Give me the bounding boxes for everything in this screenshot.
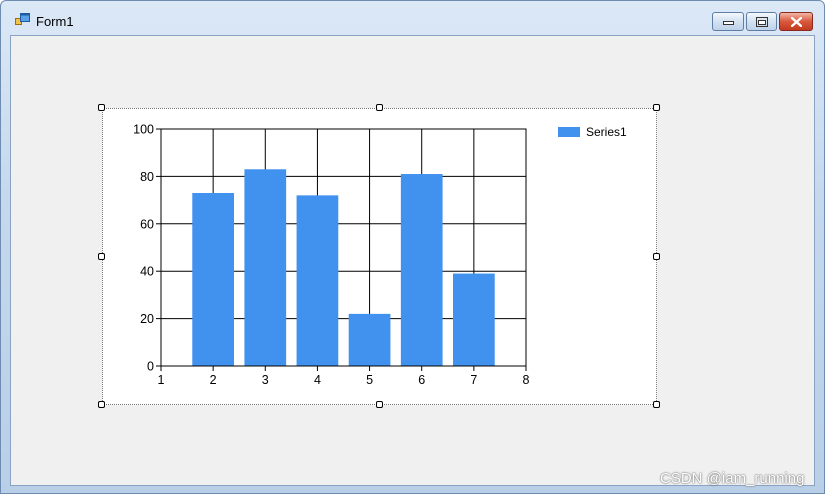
chart-control[interactable]: 0 20 40 60 80 100 1 2 3 4 5 6 7 8 Series1 <box>102 108 657 405</box>
x-tick-label: 7 <box>470 373 477 387</box>
legend-swatch <box>558 127 580 137</box>
close-button[interactable] <box>779 12 813 31</box>
x-tick-label: 2 <box>210 373 217 387</box>
form-window: Form1 0 20 40 60 80 100 1 2 3 4 5 6 7 8 Series1 <box>0 0 825 494</box>
minimize-button[interactable] <box>712 12 744 31</box>
close-icon <box>791 17 802 27</box>
y-tick-label: 0 <box>147 360 154 374</box>
resize-handle-bottom-left[interactable] <box>98 401 105 408</box>
title-bar[interactable]: Form1 <box>1 1 824 35</box>
chart-plot: 0 20 40 60 80 100 1 2 3 4 5 6 7 8 <box>133 123 530 388</box>
resize-handle-top-center[interactable] <box>376 104 383 111</box>
maximize-button[interactable] <box>746 12 777 31</box>
bar <box>244 169 287 366</box>
x-tick-label: 4 <box>314 373 321 387</box>
bar <box>348 313 391 366</box>
resize-handle-top-right[interactable] <box>653 104 660 111</box>
bar <box>296 195 339 366</box>
minimize-icon <box>723 21 734 25</box>
window-title: Form1 <box>36 14 74 29</box>
y-tick-label: 40 <box>140 265 154 279</box>
bar <box>453 273 495 366</box>
legend-series-label: Series1 <box>586 125 627 139</box>
form-app-icon <box>15 13 30 25</box>
resize-handle-bottom-center[interactable] <box>376 401 383 408</box>
y-tick-label: 100 <box>133 123 154 137</box>
resize-handle-middle-left[interactable] <box>98 253 105 260</box>
x-tick-label: 8 <box>523 373 530 387</box>
bar <box>400 174 443 366</box>
y-tick-label: 60 <box>140 217 154 231</box>
y-tick-label: 20 <box>140 312 154 326</box>
resize-handle-bottom-right[interactable] <box>653 401 660 408</box>
maximize-icon <box>756 17 768 27</box>
resize-handle-top-left[interactable] <box>98 104 105 111</box>
y-tick-label: 80 <box>140 170 154 184</box>
x-tick-label: 6 <box>418 373 425 387</box>
watermark: CSDN @iam_running <box>660 470 805 487</box>
bar <box>192 192 234 366</box>
form-client-area[interactable]: 0 20 40 60 80 100 1 2 3 4 5 6 7 8 Series1 <box>10 35 815 486</box>
x-tick-label: 3 <box>262 373 269 387</box>
x-tick-label: 1 <box>158 373 165 387</box>
x-tick-label: 5 <box>366 373 373 387</box>
resize-handle-middle-right[interactable] <box>653 253 660 260</box>
